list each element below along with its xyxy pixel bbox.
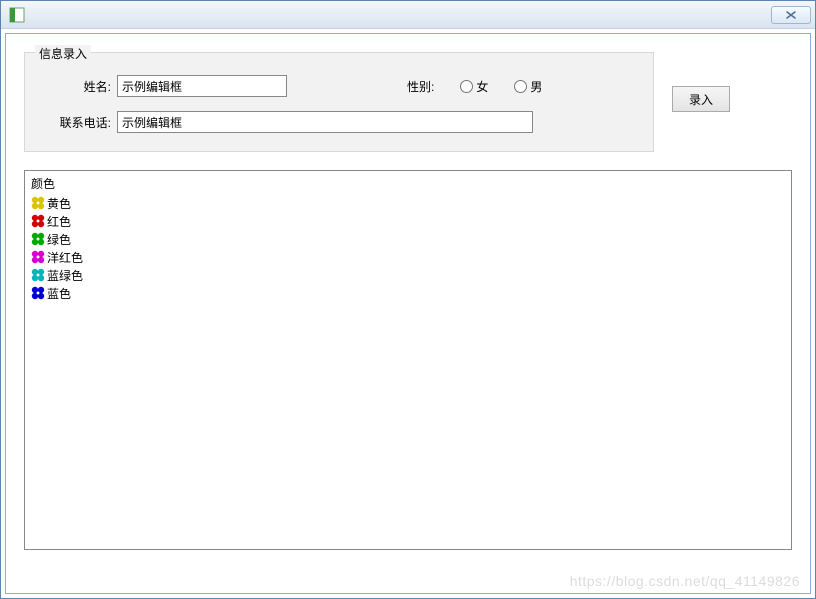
- name-input[interactable]: [117, 75, 287, 97]
- gender-female-option[interactable]: 女: [460, 78, 488, 95]
- phone-input[interactable]: [117, 111, 533, 133]
- flower-icon: [31, 286, 45, 300]
- top-row: 信息录入 姓名: 性别: 女 男: [24, 52, 792, 152]
- tree-item-label: 洋红色: [47, 249, 83, 266]
- tree-item-label: 绿色: [47, 231, 71, 248]
- gender-male-text: 男: [530, 78, 542, 95]
- client-area: 信息录入 姓名: 性别: 女 男: [5, 33, 811, 594]
- info-entry-group: 信息录入 姓名: 性别: 女 男: [24, 52, 654, 152]
- tree-item-label: 蓝色: [47, 285, 71, 302]
- close-icon: [785, 10, 797, 20]
- tree-item[interactable]: 蓝绿色: [31, 266, 785, 284]
- tree-item-label: 黄色: [47, 195, 71, 212]
- tree-item-label: 蓝绿色: [47, 267, 83, 284]
- watermark-text: https://blog.csdn.net/qq_41149826: [570, 573, 800, 589]
- window-close-button[interactable]: [771, 6, 811, 24]
- gender-label: 性别:: [407, 78, 434, 95]
- color-tree[interactable]: 颜色 黄色红色绿色洋红色蓝绿色蓝色: [24, 170, 792, 550]
- submit-wrap: 录入: [672, 52, 730, 112]
- flower-icon: [31, 214, 45, 228]
- tree-item-label: 红色: [47, 213, 71, 230]
- gender-male-option[interactable]: 男: [514, 78, 542, 95]
- titlebar: [1, 1, 815, 29]
- gender-block: 性别: 女 男: [407, 78, 542, 95]
- tree-item[interactable]: 黄色: [31, 194, 785, 212]
- tree-item[interactable]: 蓝色: [31, 284, 785, 302]
- gender-male-radio[interactable]: [514, 80, 527, 93]
- gender-female-text: 女: [476, 78, 488, 95]
- app-icon: [9, 7, 25, 23]
- app-window: 信息录入 姓名: 性别: 女 男: [0, 0, 816, 599]
- flower-icon: [31, 250, 45, 264]
- tree-item[interactable]: 绿色: [31, 230, 785, 248]
- name-label: 姓名:: [45, 78, 117, 95]
- flower-icon: [31, 196, 45, 210]
- gender-female-radio[interactable]: [460, 80, 473, 93]
- group-legend: 信息录入: [35, 45, 91, 62]
- tree-item[interactable]: 洋红色: [31, 248, 785, 266]
- tree-root-label[interactable]: 颜色: [31, 175, 785, 192]
- phone-label: 联系电话:: [45, 114, 117, 131]
- flower-icon: [31, 232, 45, 246]
- submit-button[interactable]: 录入: [672, 86, 730, 112]
- flower-icon: [31, 268, 45, 282]
- tree-item[interactable]: 红色: [31, 212, 785, 230]
- row-name-gender: 姓名: 性别: 女 男: [45, 75, 633, 97]
- row-phone: 联系电话:: [45, 111, 633, 133]
